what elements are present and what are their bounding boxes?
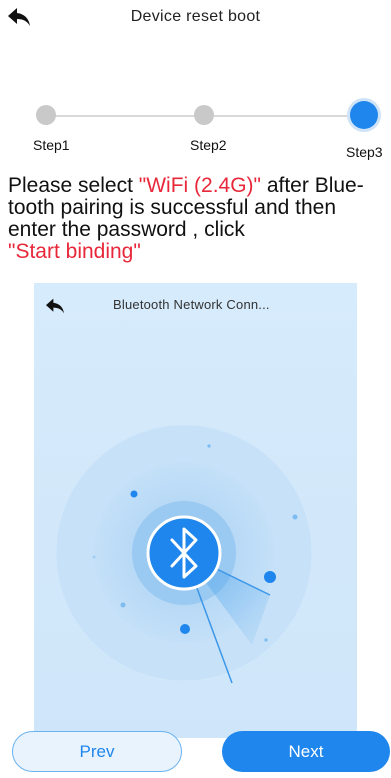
step-connector [50, 115, 198, 117]
back-arrow-icon [46, 298, 64, 314]
step3-label: Step3 [346, 144, 383, 160]
radar-illustration [55, 424, 313, 684]
start-binding-highlight: "Start binding" [8, 240, 141, 263]
step2-label: Step2 [190, 137, 227, 153]
page-title: Device reset boot [130, 8, 261, 25]
step1-dot [36, 105, 56, 125]
instruction-part1: Please select [8, 174, 139, 197]
step2-dot [194, 105, 214, 125]
preview-title: Bluetooth Network Conn... [113, 297, 270, 312]
step-connector [214, 115, 362, 117]
top-bar: Device reset boot [0, 0, 391, 36]
next-button[interactable]: Next [222, 731, 390, 772]
prev-button[interactable]: Prev [12, 731, 182, 772]
step-progress: Step1 Step2 Step3 [0, 96, 391, 166]
step3-dot [350, 101, 378, 129]
wifi-highlight: "WiFi (2.4G)" [138, 174, 261, 197]
step1-label: Step1 [33, 137, 70, 153]
instruction-text: Please select "WiFi (2.4G)" after Blue-t… [8, 175, 388, 263]
bluetooth-preview-image: Bluetooth Network Conn... [34, 283, 357, 738]
